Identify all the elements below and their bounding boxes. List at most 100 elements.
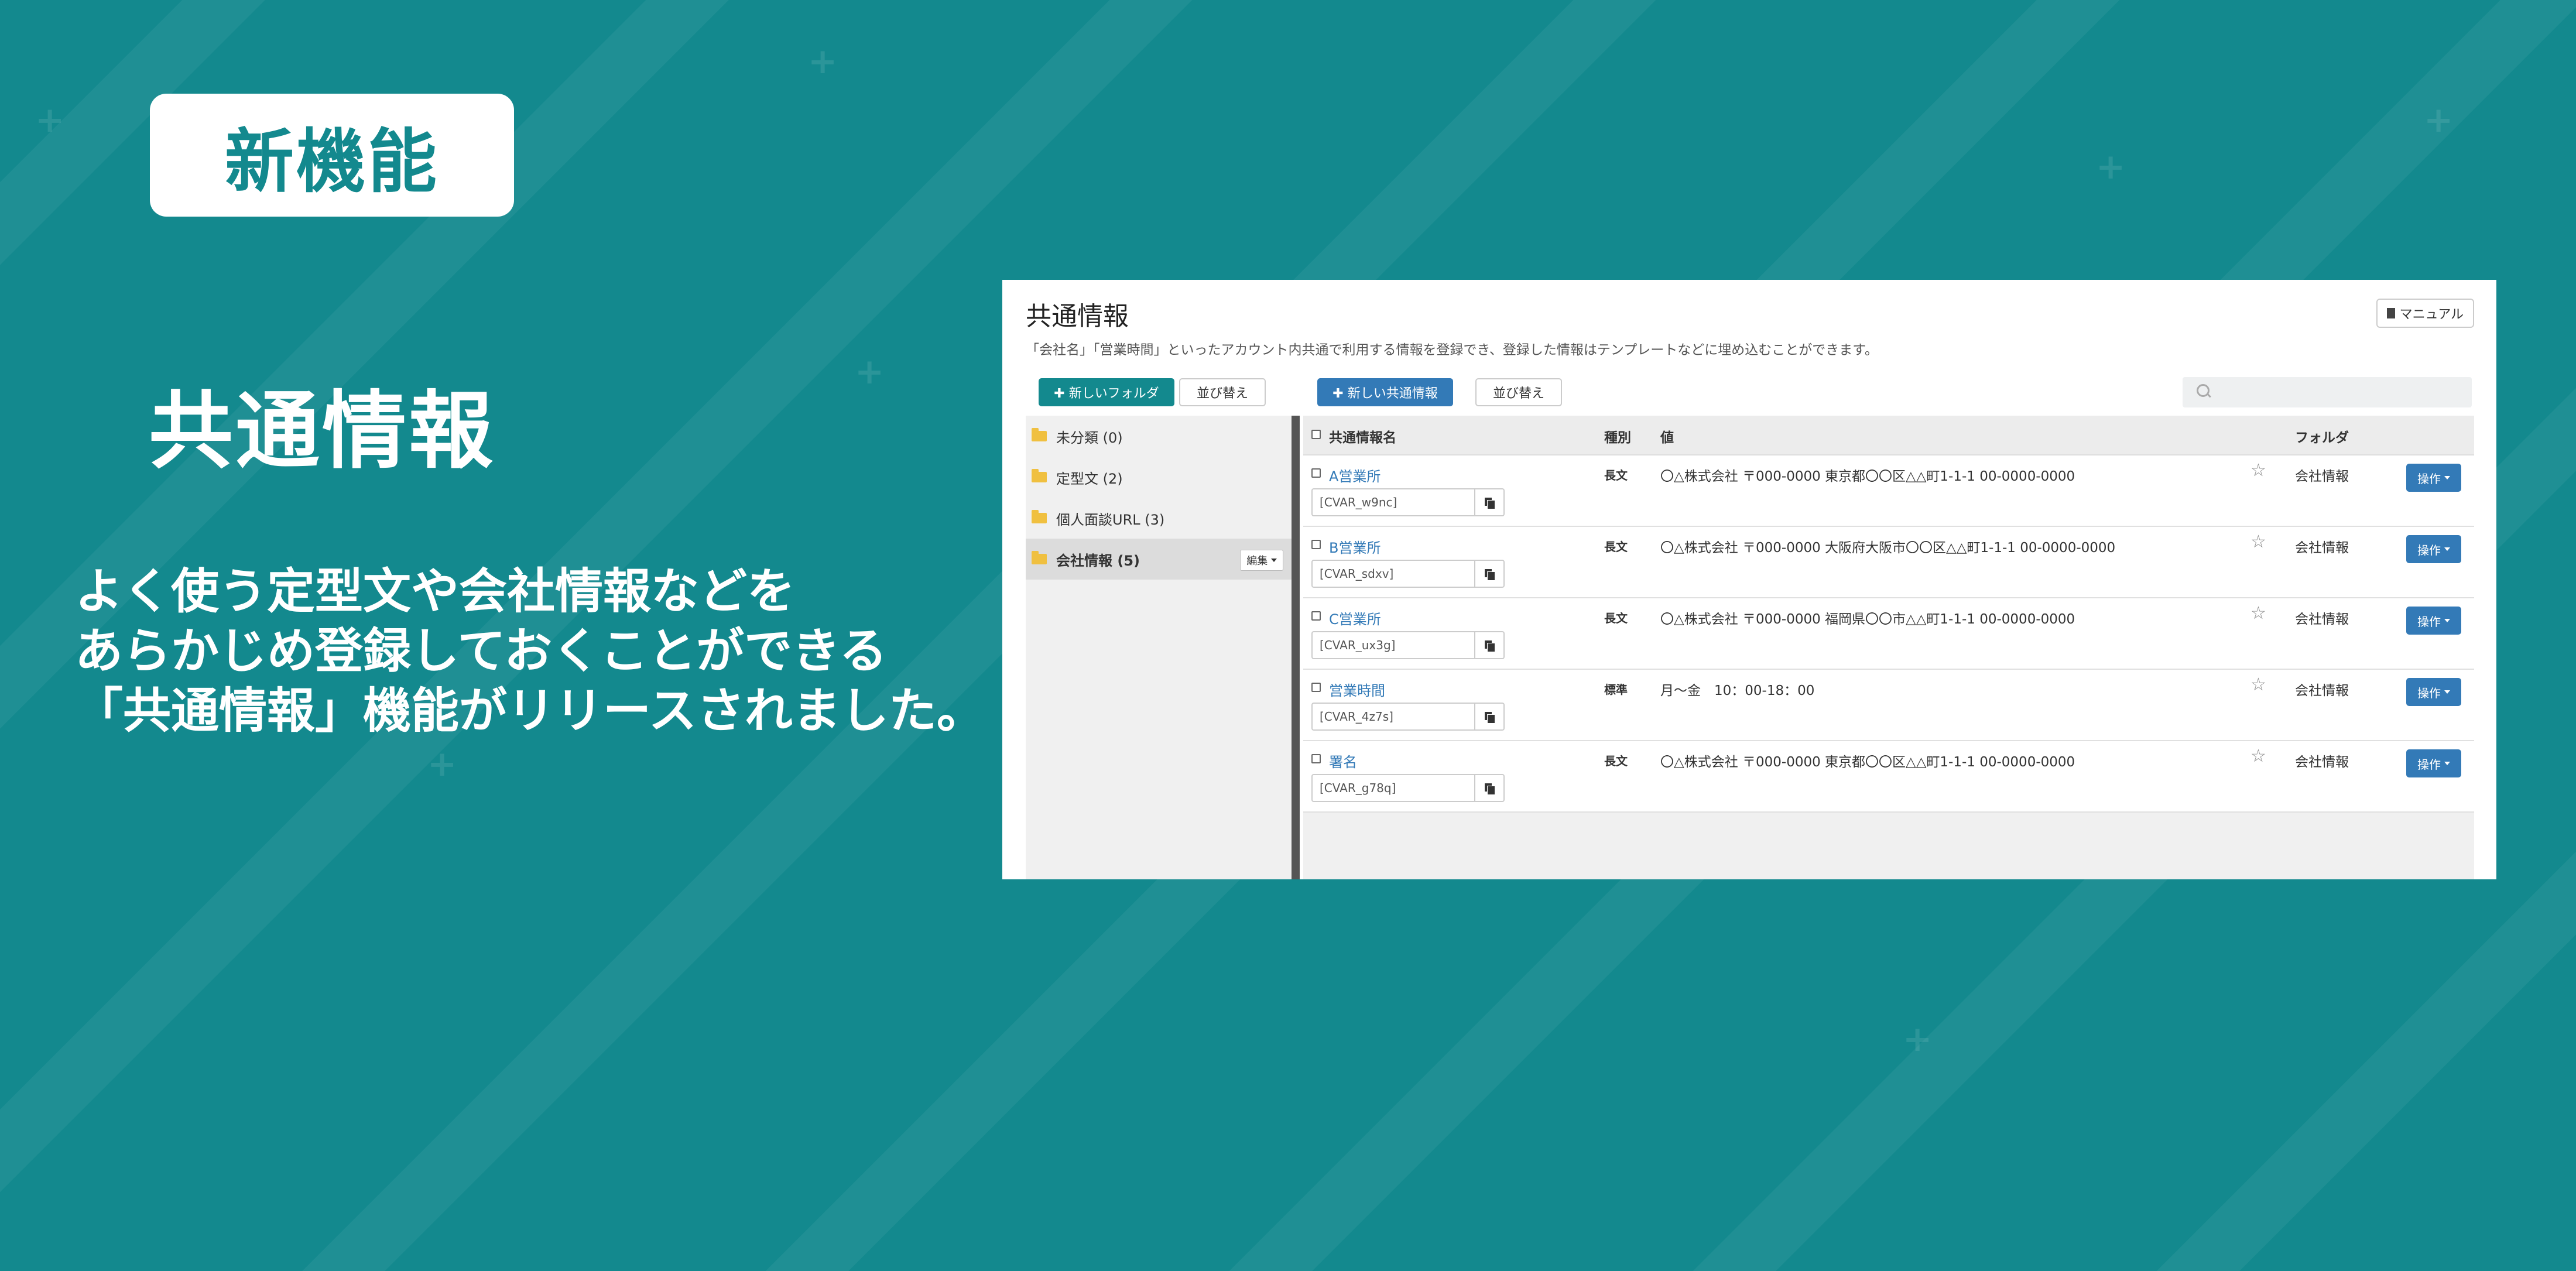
- plus-decoration: +: [808, 41, 838, 82]
- row-kind: 長文: [1604, 611, 1628, 625]
- column-kind: 種別: [1604, 430, 1631, 446]
- copy-icon[interactable]: [1474, 703, 1505, 731]
- row-value: 月～金 10：00-18：00: [1660, 683, 1815, 698]
- chevron-down-icon: [2444, 762, 2450, 765]
- search-input[interactable]: [2183, 377, 2472, 407]
- operation-label: 操作: [2417, 614, 2441, 629]
- row-checkbox[interactable]: [1311, 468, 1321, 478]
- new-feature-badge: 新機能: [150, 94, 514, 217]
- row-folder: 会社情報: [2295, 755, 2349, 770]
- row-name-link[interactable]: C営業所: [1329, 608, 1381, 628]
- operation-button[interactable]: 操作: [2406, 749, 2461, 777]
- copy-icon[interactable]: [1474, 774, 1505, 802]
- folder-label: 未分類 (0): [1056, 429, 1123, 446]
- row-value: 〇△株式会社 〒000-0000 福岡県〇〇市△△町1-1-1 00-0000-…: [1660, 612, 2075, 627]
- operation-button[interactable]: 操作: [2406, 464, 2461, 492]
- chevron-down-icon: [2444, 690, 2450, 694]
- select-all-checkbox[interactable]: [1311, 430, 1321, 439]
- feature-description: よく使う定型文や会社情報などを あらかじめ登録しておくことができる 「共通情報」…: [75, 562, 1000, 741]
- row-folder: 会社情報: [2295, 683, 2349, 698]
- row-name-link[interactable]: 署名: [1329, 751, 1357, 771]
- row-checkbox[interactable]: [1311, 611, 1321, 621]
- row-kind: 標準: [1604, 683, 1628, 697]
- manual-button[interactable]: マニュアル: [2376, 299, 2474, 328]
- operation-label: 操作: [2417, 471, 2441, 486]
- app-screenshot: 共通情報 マニュアル 「会社名」「営業時間」といったアカウント内共通で利用する情…: [1002, 280, 2496, 879]
- book-icon: [2386, 308, 2395, 318]
- folder-list: 未分類 (0) 定型文 (2) 個人面談URL (3) 会社情報 (5) 編集: [1026, 416, 1292, 879]
- operation-button[interactable]: 操作: [2406, 678, 2461, 706]
- operation-button[interactable]: 操作: [2406, 535, 2461, 563]
- row-kind: 長文: [1604, 468, 1628, 482]
- star-icon[interactable]: ☆: [2250, 532, 2266, 552]
- table-row: 署名 [CVAR_g78q] 長文 〇△株式会社 〒000-0000 東京都〇〇…: [1303, 741, 2474, 813]
- folder-icon: [1032, 469, 1047, 482]
- table-row: B営業所 [CVAR_sdxv] 長文 〇△株式会社 〒000-0000 大阪府…: [1303, 527, 2474, 598]
- column-value: 値: [1660, 430, 1674, 446]
- new-folder-button[interactable]: ✚ 新しいフォルダ: [1039, 378, 1174, 406]
- table-header: 共通情報名 種別 値 フォルダ: [1303, 416, 2474, 455]
- star-icon[interactable]: ☆: [2250, 460, 2266, 481]
- row-value: 〇△株式会社 〒000-0000 東京都〇〇区△△町1-1-1 00-0000-…: [1660, 755, 2075, 770]
- variable-field[interactable]: [CVAR_ux3g]: [1311, 631, 1475, 659]
- chevron-down-icon: [2444, 547, 2450, 551]
- column-folder: フォルダ: [2295, 430, 2349, 446]
- row-value: 〇△株式会社 〒000-0000 大阪府大阪市〇〇区△△町1-1-1 00-00…: [1660, 540, 2116, 556]
- folder-item-templates[interactable]: 定型文 (2): [1026, 457, 1292, 498]
- panel-resize-handle[interactable]: [1292, 416, 1300, 879]
- search-icon: [2197, 384, 2210, 397]
- row-kind: 長文: [1604, 540, 1628, 554]
- table-row: 営業時間 [CVAR_4z7s] 標準 月～金 10：00-18：00 ☆ 会社…: [1303, 670, 2474, 741]
- star-icon[interactable]: ☆: [2250, 746, 2266, 766]
- plus-decoration: +: [2096, 146, 2126, 187]
- row-value: 〇△株式会社 〒000-0000 東京都〇〇区△△町1-1-1 00-0000-…: [1660, 469, 2075, 484]
- row-folder: 会社情報: [2295, 469, 2349, 484]
- row-checkbox[interactable]: [1311, 540, 1321, 549]
- copy-icon[interactable]: [1474, 560, 1505, 588]
- page-title: 共通情報: [1026, 302, 1129, 331]
- row-checkbox[interactable]: [1311, 754, 1321, 763]
- chevron-down-icon: [2444, 476, 2450, 479]
- star-icon[interactable]: ☆: [2250, 674, 2266, 695]
- folder-label: 会社情報 (5): [1056, 552, 1140, 569]
- variable-field[interactable]: [CVAR_sdxv]: [1311, 560, 1475, 588]
- copy-icon[interactable]: [1474, 631, 1505, 659]
- variable-field[interactable]: [CVAR_g78q]: [1311, 774, 1475, 802]
- folder-edit-button[interactable]: 編集: [1240, 550, 1283, 571]
- plus-decoration: +: [427, 744, 457, 784]
- chevron-down-icon: [2444, 619, 2450, 622]
- folder-label: 個人面談URL (3): [1056, 511, 1165, 528]
- folder-item-uncategorized[interactable]: 未分類 (0): [1026, 416, 1292, 457]
- row-checkbox[interactable]: [1311, 683, 1321, 692]
- row-folder: 会社情報: [2295, 612, 2349, 627]
- copy-icon[interactable]: [1474, 488, 1505, 516]
- folder-sort-button[interactable]: 並び替え: [1179, 378, 1266, 406]
- info-sort-button[interactable]: 並び替え: [1475, 378, 1562, 406]
- variable-field[interactable]: [CVAR_w9nc]: [1311, 488, 1475, 516]
- shared-info-table: 共通情報名 種別 値 フォルダ A営業所 [CVAR_w9nc] 長文 〇△株式…: [1303, 416, 2474, 879]
- row-name-link[interactable]: A営業所: [1329, 465, 1381, 485]
- row-name-link[interactable]: 営業時間: [1329, 679, 1385, 700]
- row-kind: 長文: [1604, 754, 1628, 768]
- folder-icon: [1032, 428, 1047, 441]
- star-icon[interactable]: ☆: [2250, 603, 2266, 623]
- folder-item-interview-url[interactable]: 個人面談URL (3): [1026, 498, 1292, 539]
- column-name: 共通情報名: [1329, 430, 1396, 446]
- operation-label: 操作: [2417, 757, 2441, 772]
- edit-label: 編集: [1246, 555, 1268, 567]
- description-line: 「共通情報」機能がリリースされました。: [75, 683, 985, 739]
- row-name-link[interactable]: B営業所: [1329, 536, 1381, 557]
- description-line: よく使う定型文や会社情報などを: [75, 564, 796, 619]
- new-shared-info-button[interactable]: ✚ 新しい共通情報: [1317, 378, 1453, 406]
- operation-button[interactable]: 操作: [2406, 607, 2461, 635]
- feature-title: 共通情報: [149, 382, 496, 480]
- variable-field[interactable]: [CVAR_4z7s]: [1311, 703, 1475, 731]
- table-row: C営業所 [CVAR_ux3g] 長文 〇△株式会社 〒000-0000 福岡県…: [1303, 598, 2474, 670]
- page-description: 「会社名」「営業時間」といったアカウント内共通で利用する情報を登録でき、登録した…: [1026, 342, 1878, 358]
- description-line: あらかじめ登録しておくことができる: [75, 623, 888, 679]
- chevron-down-icon: [1271, 559, 1277, 562]
- plus-decoration: +: [855, 351, 885, 392]
- folder-item-company-info[interactable]: 会社情報 (5) 編集: [1026, 539, 1292, 580]
- table-row: A営業所 [CVAR_w9nc] 長文 〇△株式会社 〒000-0000 東京都…: [1303, 455, 2474, 527]
- row-folder: 会社情報: [2295, 540, 2349, 556]
